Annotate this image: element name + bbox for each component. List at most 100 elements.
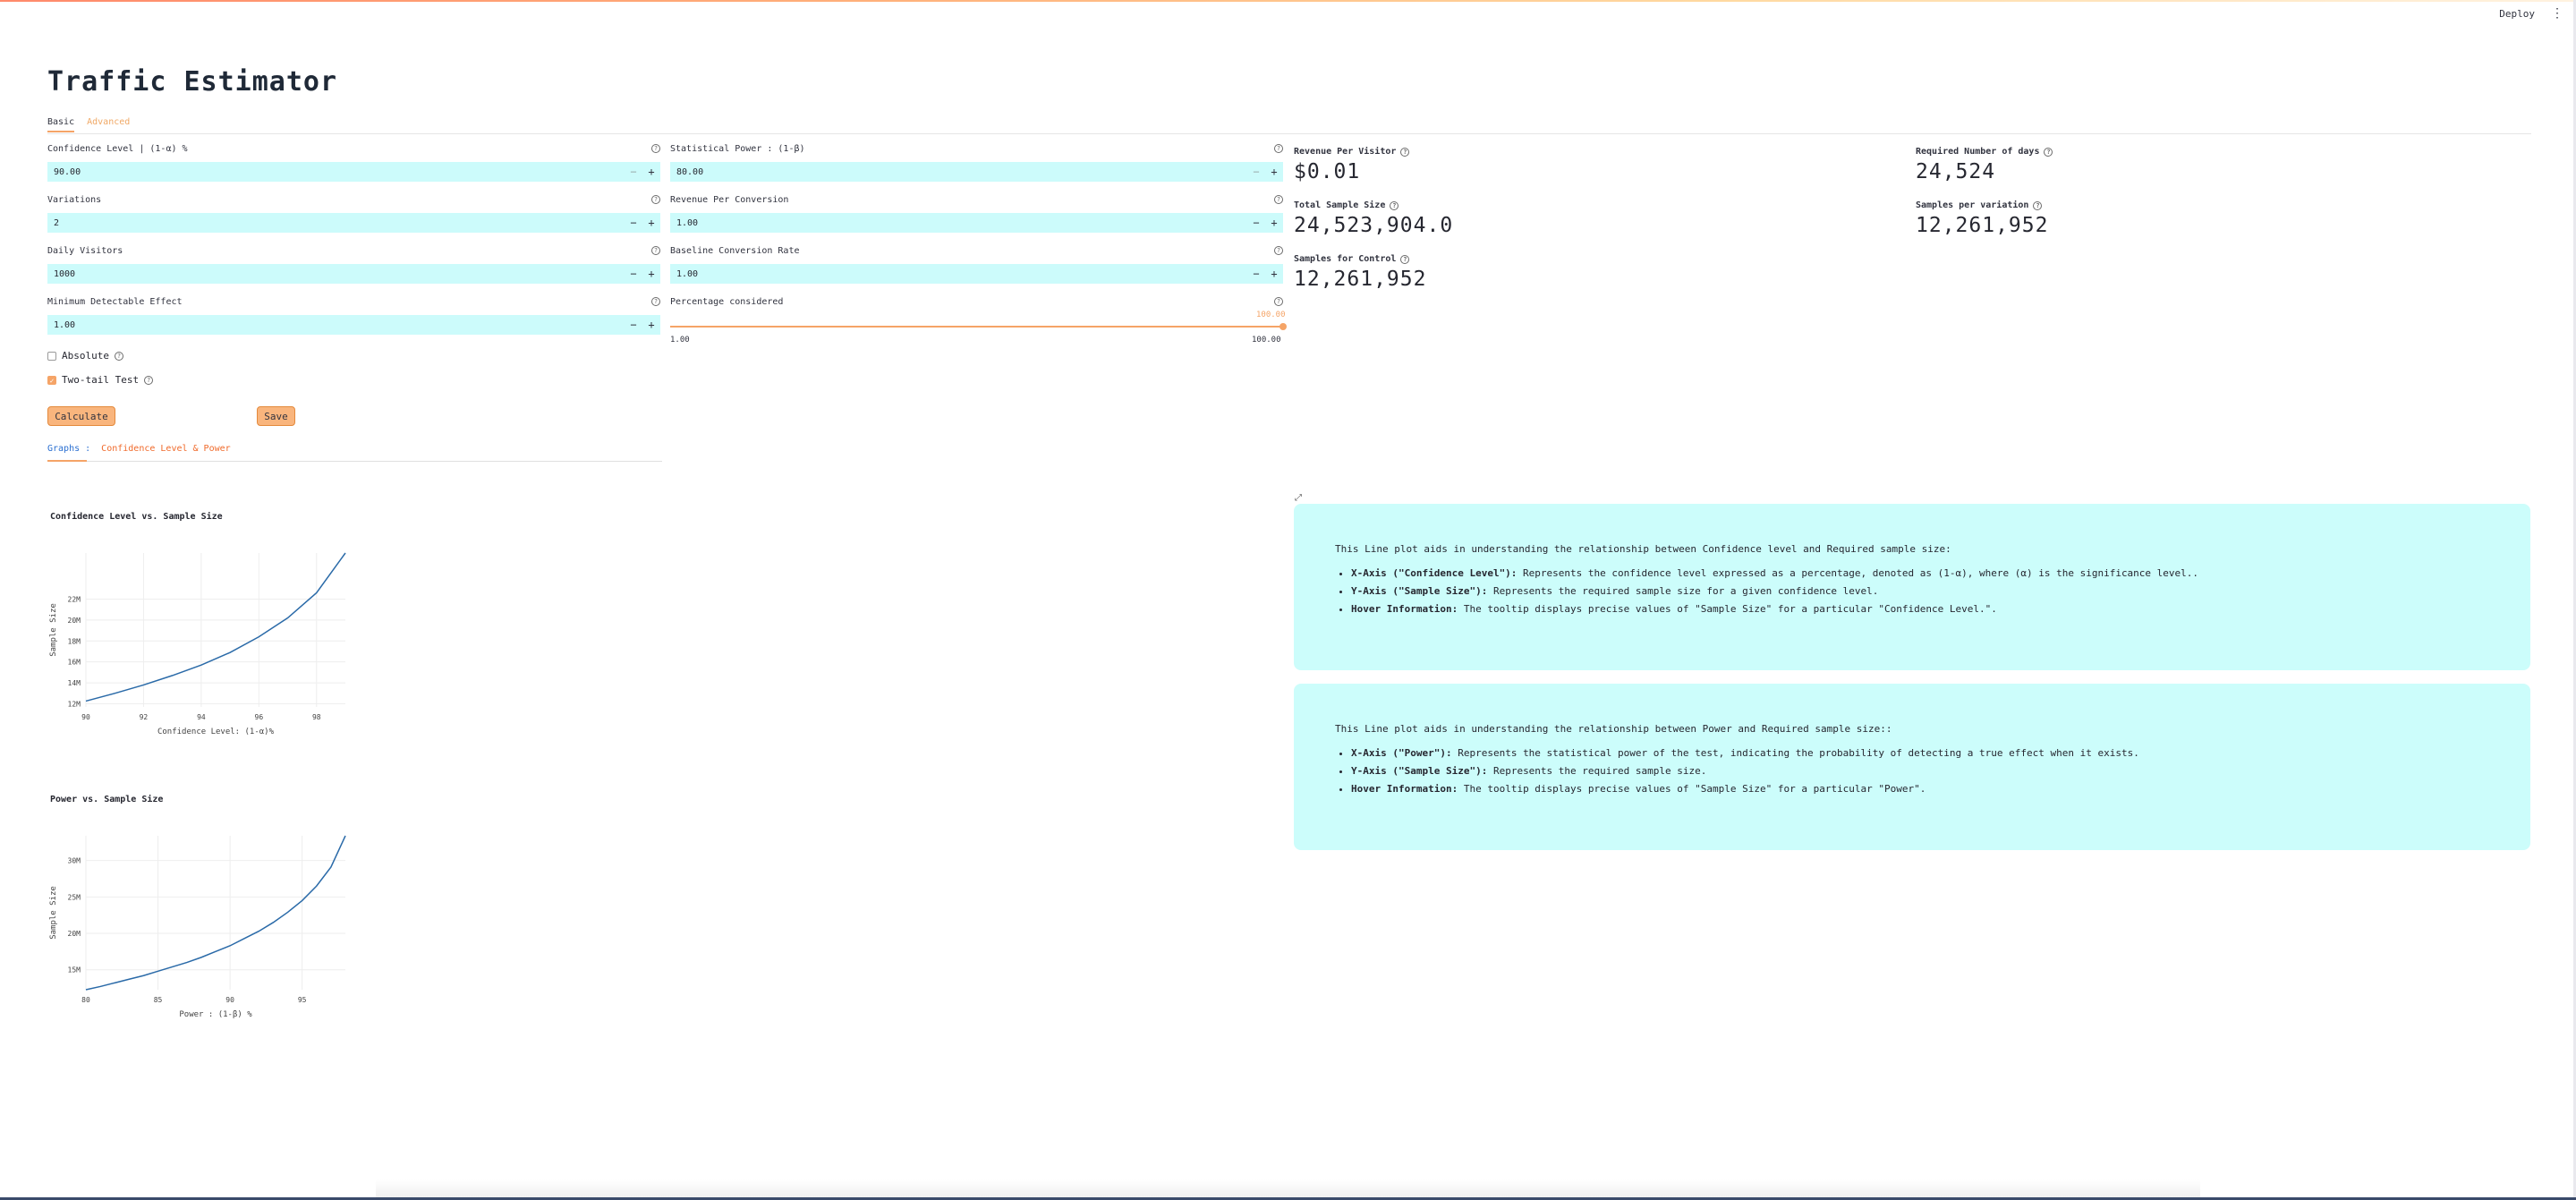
variations-field: Variations? 2 − + (47, 195, 660, 233)
help-icon[interactable]: ? (114, 351, 123, 361)
confidence-field: Confidence Level | (1-α) %? 90.00 − + (47, 144, 660, 182)
mde-value[interactable]: 1.00 (54, 320, 625, 330)
x-tick-label: 85 (154, 996, 163, 1004)
decrement-button[interactable]: − (625, 166, 642, 178)
help-icon[interactable]: ? (1390, 200, 1399, 210)
metric-value: 12,261,952 (1916, 214, 2049, 237)
baseline-value[interactable]: 1.00 (676, 269, 1247, 279)
revenue-conversion-input[interactable]: 1.00 − + (670, 213, 1283, 233)
baseline-field: Baseline Conversion Rate? 1.00 − + (670, 246, 1283, 284)
info-text: Represents the statistical power of the … (1451, 747, 2139, 759)
slider-max: 100.00 (1252, 336, 1281, 345)
power-value[interactable]: 80.00 (676, 167, 1247, 177)
metric-samples-control: Samples for Control? 12,261,952 (1294, 254, 1426, 291)
tab-confidence-power[interactable]: Confidence Level & Power (101, 444, 231, 454)
variations-label: Variations (47, 195, 102, 205)
tab-basic[interactable]: Basic (47, 117, 75, 132)
baseline-label: Baseline Conversion Rate (670, 246, 800, 256)
slider-track[interactable] (670, 326, 1282, 328)
decrement-button[interactable]: − (1247, 217, 1265, 229)
info-intro: This Line plot aids in understanding the… (1335, 543, 1951, 555)
info-text: Represents the required sample size. (1487, 765, 1707, 777)
tab-graphs[interactable]: Graphs : (47, 444, 90, 454)
info-item: Hover Information: The tooltip displays … (1351, 603, 2487, 615)
confidence-value[interactable]: 90.00 (54, 167, 625, 177)
x-tick-label: 90 (225, 996, 234, 1004)
save-button[interactable]: Save (257, 406, 295, 426)
checkbox-checked-icon[interactable]: ✓ (47, 375, 56, 385)
info-item: Hover Information: The tooltip displays … (1351, 783, 2487, 795)
x-tick-label: 96 (255, 713, 264, 721)
baseline-input[interactable]: 1.00 − + (670, 264, 1283, 284)
deploy-button[interactable]: Deploy (2499, 8, 2535, 20)
help-icon[interactable]: ? (2033, 200, 2043, 210)
help-icon[interactable]: ? (651, 144, 660, 153)
variations-value[interactable]: 2 (54, 218, 625, 228)
y-tick-label: 20M (68, 617, 81, 625)
info-list: X-Axis ("Power"): Represents the statist… (1335, 747, 2487, 795)
x-axis-title: Confidence Level: (1-α)% (157, 728, 275, 736)
info-list: X-Axis ("Confidence Level"): Represents … (1335, 567, 2487, 615)
y-tick-label: 14M (68, 679, 81, 687)
daily-visitors-field: Daily Visitors? 1000 − + (47, 246, 660, 284)
help-icon[interactable]: ? (144, 375, 154, 385)
decrement-button[interactable]: − (625, 268, 642, 280)
daily-visitors-label: Daily Visitors (47, 246, 123, 256)
percentage-field: Percentage considered? (670, 297, 1283, 310)
confidence-input[interactable]: 90.00 − + (47, 162, 660, 182)
help-icon[interactable]: ? (1274, 144, 1283, 153)
fullscreen-icon[interactable]: ⤢ (1295, 493, 1302, 503)
help-icon[interactable]: ? (1400, 147, 1410, 157)
decrement-button[interactable]: − (1247, 166, 1265, 178)
y-tick-label: 18M (68, 637, 81, 645)
help-icon[interactable]: ? (1274, 246, 1283, 255)
slider-min: 1.00 (670, 336, 690, 345)
increment-button[interactable]: + (642, 166, 660, 178)
power-input[interactable]: 80.00 − + (670, 162, 1283, 182)
graph-tab-underline (47, 460, 87, 462)
calculate-button[interactable]: Calculate (47, 406, 115, 426)
revenue-conversion-field: Revenue Per Conversion? 1.00 − + (670, 195, 1283, 233)
graph-tabs-divider (47, 461, 662, 462)
increment-button[interactable]: + (642, 268, 660, 280)
increment-button[interactable]: + (1265, 217, 1283, 229)
daily-visitors-value[interactable]: 1000 (54, 269, 625, 279)
increment-button[interactable]: + (642, 217, 660, 229)
increment-button[interactable]: + (1265, 268, 1283, 280)
absolute-checkbox[interactable]: Absolute ? (47, 350, 123, 362)
help-icon[interactable]: ? (1274, 297, 1283, 306)
help-icon[interactable]: ? (1274, 195, 1283, 204)
decrement-button[interactable]: − (1247, 268, 1265, 280)
help-icon[interactable]: ? (1400, 254, 1410, 264)
decrement-button[interactable]: − (625, 217, 642, 229)
tab-advanced[interactable]: Advanced (87, 117, 130, 132)
increment-button[interactable]: + (1265, 166, 1283, 178)
series-line (85, 552, 346, 702)
power-chart[interactable]: 80 85 90 95 15M 20M 25M 30M Power : (1-β) % Sampl… (45, 820, 358, 1034)
decrement-button[interactable]: − (625, 319, 642, 331)
x-tick-label: 92 (140, 713, 149, 721)
metric-label: Required Number of days (1916, 147, 2040, 157)
revenue-conversion-label: Revenue Per Conversion (670, 195, 789, 205)
daily-visitors-input[interactable]: 1000 − + (47, 264, 660, 284)
slider-thumb[interactable] (1279, 323, 1287, 330)
help-icon[interactable]: ? (651, 297, 660, 306)
info-text: Represents the confidence level expresse… (1517, 567, 2199, 579)
graph-tabs: Graphs : Confidence Level & Power (47, 444, 231, 454)
two-tail-checkbox[interactable]: ✓ Two-tail Test ? (47, 374, 154, 386)
power-label: Statistical Power : (1-β) (670, 144, 805, 154)
help-icon[interactable]: ? (651, 195, 660, 204)
increment-button[interactable]: + (642, 319, 660, 331)
revenue-conversion-value[interactable]: 1.00 (676, 218, 1247, 228)
help-icon[interactable]: ? (651, 246, 660, 255)
checkbox-box[interactable] (47, 351, 56, 361)
variations-input[interactable]: 2 − + (47, 213, 660, 233)
kebab-menu-icon[interactable]: ⋮ (2551, 7, 2563, 20)
confidence-chart[interactable]: 90 92 94 96 98 12M 14M 16M 18M 20M 22M Confidence L… (45, 537, 358, 752)
mde-label: Minimum Detectable Effect (47, 297, 183, 307)
help-icon[interactable]: ? (2044, 147, 2053, 157)
mde-input[interactable]: 1.00 − + (47, 315, 660, 335)
metric-samples-per-variation: Samples per variation? 12,261,952 (1916, 200, 2048, 237)
info-term: Y-Axis ("Sample Size"): (1351, 585, 1488, 597)
info-intro: This Line plot aids in understanding the… (1335, 723, 1892, 735)
